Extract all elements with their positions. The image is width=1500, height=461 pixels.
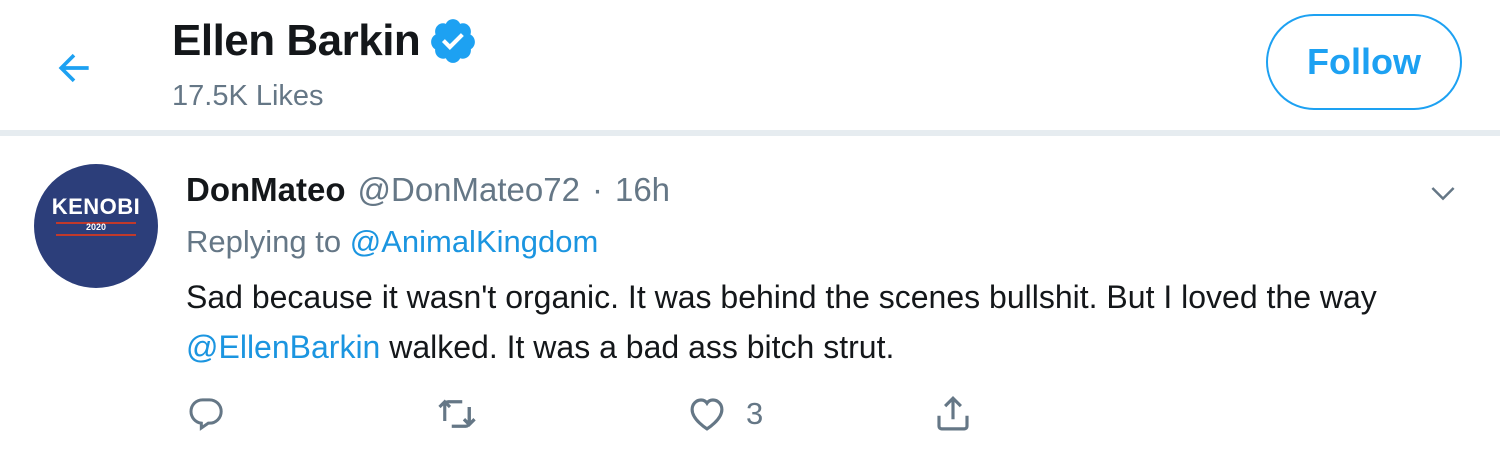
replying-to-handle[interactable]: @AnimalKingdom bbox=[350, 224, 599, 259]
retweet-button[interactable] bbox=[436, 388, 478, 440]
tweet-text: Sad because it wasn't organic. It was be… bbox=[186, 272, 1406, 372]
reply-button[interactable] bbox=[186, 388, 226, 440]
chevron-down-icon bbox=[1431, 187, 1455, 201]
replying-to-label: Replying to bbox=[186, 224, 342, 259]
tweet[interactable]: KENOBI 2020 DonMateo @DonMateo72 · 16h R… bbox=[0, 136, 1500, 461]
avatar-stripe bbox=[56, 234, 136, 236]
like-count: 3 bbox=[746, 396, 764, 431]
retweet-icon bbox=[438, 399, 476, 428]
tweet-time[interactable]: 16h bbox=[615, 170, 670, 210]
share-button[interactable] bbox=[932, 388, 974, 440]
user-handle[interactable]: @DonMateo72 bbox=[358, 170, 580, 210]
verified-badge-icon bbox=[428, 16, 478, 66]
heart-icon bbox=[690, 398, 724, 431]
avatar-year: 2020 bbox=[85, 222, 107, 232]
tweet-text-part: walked. It was a bad ass bitch strut. bbox=[389, 329, 895, 365]
display-name[interactable]: DonMateo bbox=[186, 170, 346, 210]
tweet-text-part: Sad because it wasn't organic. It was be… bbox=[186, 279, 1377, 315]
separator: · bbox=[591, 171, 603, 208]
follow-button[interactable]: Follow bbox=[1266, 14, 1462, 110]
tweet-actions: 3 bbox=[186, 388, 986, 440]
avatar[interactable]: KENOBI 2020 bbox=[34, 164, 158, 288]
likes-count: 17.5K Likes bbox=[172, 80, 324, 112]
profile-header: Ellen Barkin 17.5K Likes Follow bbox=[0, 0, 1500, 132]
share-icon bbox=[937, 396, 969, 431]
like-button[interactable]: 3 bbox=[686, 388, 763, 440]
profile-name: Ellen Barkin bbox=[172, 16, 421, 65]
tweet-mention[interactable]: @EllenBarkin bbox=[186, 329, 380, 365]
back-arrow-icon bbox=[58, 53, 89, 83]
back-button[interactable] bbox=[50, 44, 98, 92]
reply-icon bbox=[189, 398, 223, 431]
more-options-button[interactable] bbox=[1426, 176, 1460, 210]
tweet-header: DonMateo @DonMateo72 · 16h bbox=[186, 170, 670, 210]
replying-to: Replying to @AnimalKingdom bbox=[186, 222, 598, 262]
avatar-text: KENOBI bbox=[51, 194, 141, 219]
profile-name-row: Ellen Barkin bbox=[172, 14, 478, 68]
